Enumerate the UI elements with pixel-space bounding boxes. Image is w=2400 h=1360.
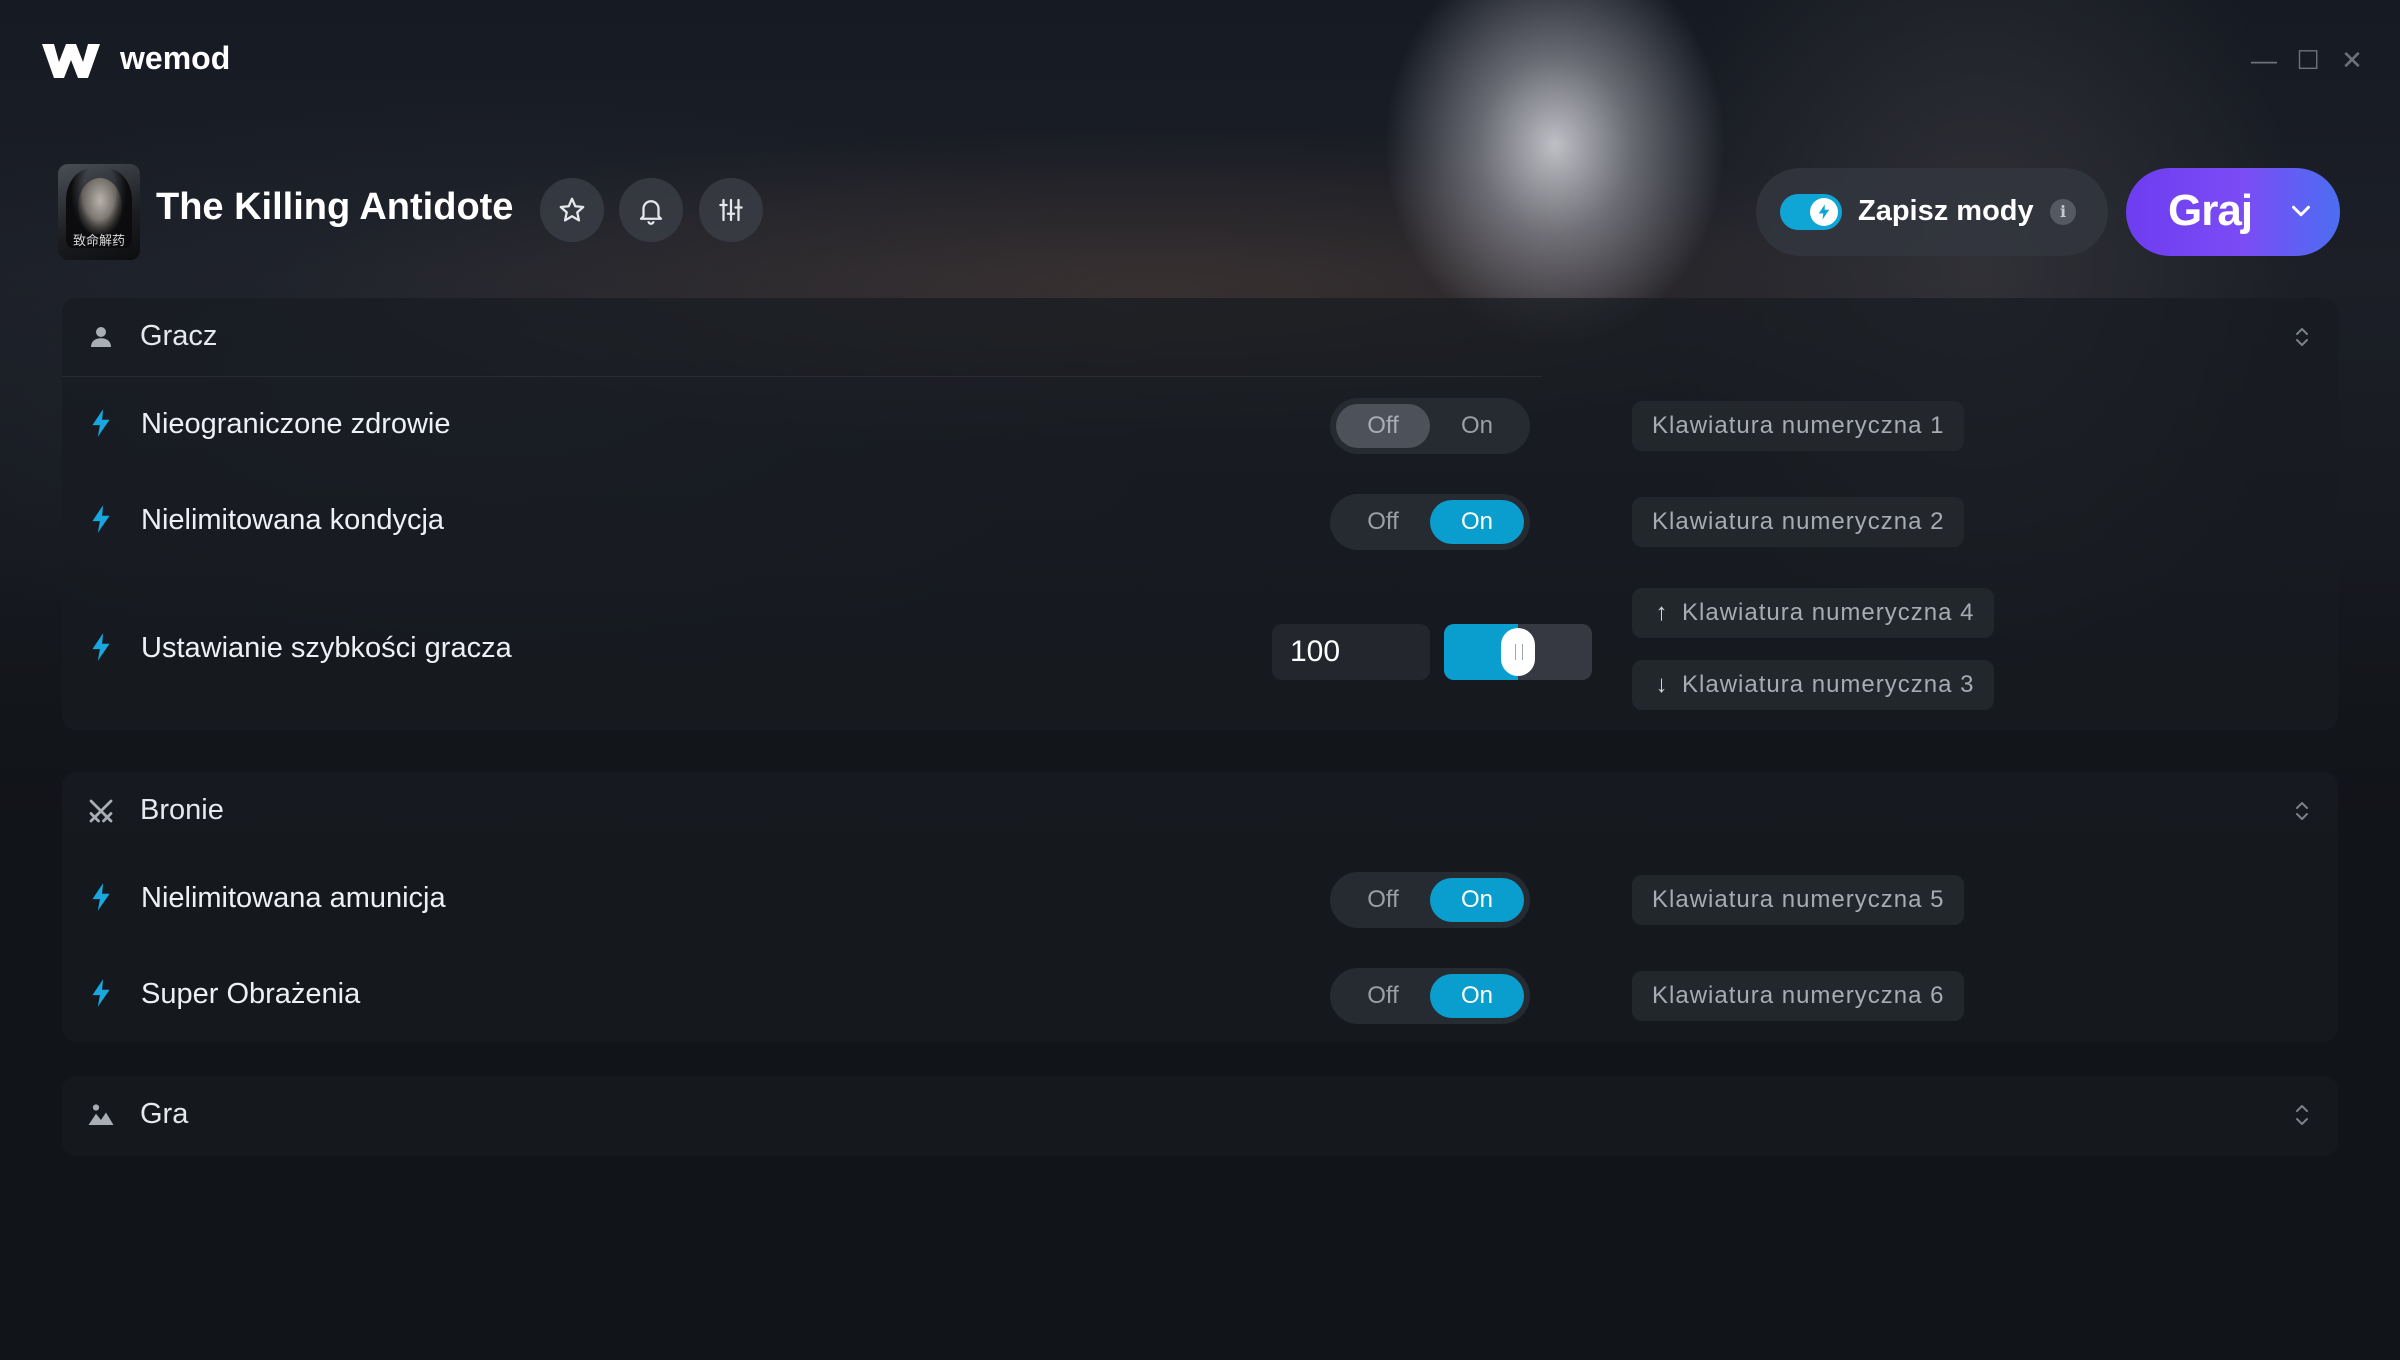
mod-toggle[interactable]: Off On <box>1330 398 1530 454</box>
save-mods-label: Zapisz mody <box>1858 195 2034 227</box>
hotkey-chip-decrease[interactable]: ↓ Klawiatura numeryczna 3 <box>1632 660 1995 710</box>
section-player: Gracz Nieograniczone zdrowie Off On Klaw… <box>62 298 2338 730</box>
mod-row: Super Obrażenia Off On Klawiatura numery… <box>62 948 2338 1044</box>
expand-chevron-icon[interactable] <box>2290 1100 2314 1130</box>
bolt-icon <box>92 409 110 437</box>
mod-label: Nielimitowana amunicja <box>141 882 446 914</box>
section-weapons: Bronie Nielimitowana amunicja Off On Kla… <box>62 772 2338 1042</box>
mod-label: Ustawianie szybkości gracza <box>141 632 512 664</box>
hotkey-chip[interactable]: Klawiatura numeryczna 6 <box>1632 971 1965 1021</box>
section-title: Gracz <box>140 320 218 352</box>
settings-button[interactable] <box>699 178 763 242</box>
collapse-chevron-icon[interactable] <box>2290 796 2314 826</box>
bolt-icon <box>1818 204 1830 220</box>
save-toggle-knob <box>1810 198 1838 226</box>
mod-label: Super Obrażenia <box>141 978 361 1010</box>
toggle-on-option[interactable]: On <box>1430 500 1524 544</box>
hotkey-label: Klawiatura numeryczna 3 <box>1682 671 1975 698</box>
bell-icon <box>639 200 663 225</box>
hotkey-label: Klawiatura numeryczna 4 <box>1682 599 1975 626</box>
save-mods-toggle[interactable] <box>1780 194 1842 230</box>
mod-row: Ustawianie szybkości gracza 100 ↑ Klawiat… <box>62 570 2338 720</box>
brand-name: wemod <box>120 40 231 76</box>
chevron-down-icon[interactable] <box>2286 196 2316 226</box>
speed-value-input[interactable]: 100 <box>1272 624 1430 680</box>
hotkey-chip[interactable]: Klawiatura numeryczna 2 <box>1632 497 1965 547</box>
mod-label: Nielimitowana kondycja <box>141 504 445 536</box>
toggle-on-option[interactable]: On <box>1430 404 1524 448</box>
mod-toggle[interactable]: Off On <box>1330 872 1530 928</box>
hotkey-chip-increase[interactable]: ↑ Klawiatura numeryczna 4 <box>1632 588 1995 638</box>
toggle-off-option[interactable]: Off <box>1336 878 1430 922</box>
game-cover-image: 致命解药 <box>58 164 140 260</box>
star-icon <box>559 197 585 222</box>
arrow-up-icon: ↑ <box>1655 599 1669 626</box>
landscape-icon <box>88 1104 114 1125</box>
title-bar: wemod — ☐ ✕ <box>0 0 2400 120</box>
game-title: The Killing Antidote <box>156 186 514 228</box>
speed-slider[interactable] <box>1444 624 1592 680</box>
bolt-icon <box>92 505 110 533</box>
section-title: Bronie <box>140 794 224 826</box>
toggle-on-option[interactable]: On <box>1430 974 1524 1018</box>
mod-row: Nieograniczone zdrowie Off On Klawiatura… <box>62 378 2338 474</box>
maximize-button[interactable]: ☐ <box>2288 40 2328 80</box>
save-mods-control[interactable]: Zapisz mody i <box>1756 168 2108 256</box>
slider-thumb[interactable] <box>1501 628 1535 676</box>
section-title: Gra <box>140 1098 189 1130</box>
mod-toggle[interactable]: Off On <box>1330 494 1530 550</box>
section-divider <box>62 376 1542 377</box>
info-icon[interactable]: i <box>2050 199 2076 225</box>
bolt-icon <box>92 883 110 911</box>
play-label: Graj <box>2168 186 2253 235</box>
crossed-swords-icon <box>89 799 113 823</box>
section-header[interactable]: Gracz <box>62 298 2338 376</box>
toggle-off-option[interactable]: Off <box>1336 404 1430 448</box>
toggle-off-option[interactable]: Off <box>1336 500 1430 544</box>
toggle-off-option[interactable]: Off <box>1336 974 1430 1018</box>
section-game: Gra <box>62 1076 2338 1156</box>
mod-row: Nielimitowana amunicja Off On Klawiatura… <box>62 852 2338 948</box>
favorite-button[interactable] <box>540 178 604 242</box>
wemod-logo-icon <box>42 44 100 78</box>
close-button[interactable]: ✕ <box>2332 40 2372 80</box>
mod-label: Nieograniczone zdrowie <box>141 408 451 440</box>
notifications-button[interactable] <box>619 178 683 242</box>
minimize-button[interactable]: — <box>2244 40 2284 80</box>
section-header[interactable]: Gra <box>62 1076 2338 1154</box>
bolt-icon <box>92 979 110 1007</box>
play-button[interactable]: Graj <box>2126 168 2340 256</box>
hotkey-chip[interactable]: Klawiatura numeryczna 1 <box>1632 401 1965 451</box>
sliders-icon <box>719 198 743 222</box>
person-icon <box>91 327 111 347</box>
cover-caption: 致命解药 <box>72 234 125 249</box>
arrow-down-icon: ↓ <box>1655 671 1669 698</box>
mod-row: Nielimitowana kondycja Off On Klawiatura… <box>62 474 2338 570</box>
collapse-chevron-icon[interactable] <box>2290 322 2314 352</box>
bolt-icon <box>92 633 110 661</box>
toggle-on-option[interactable]: On <box>1430 878 1524 922</box>
hotkey-chip[interactable]: Klawiatura numeryczna 5 <box>1632 875 1965 925</box>
section-header[interactable]: Bronie <box>62 772 2338 850</box>
mod-toggle[interactable]: Off On <box>1330 968 1530 1024</box>
